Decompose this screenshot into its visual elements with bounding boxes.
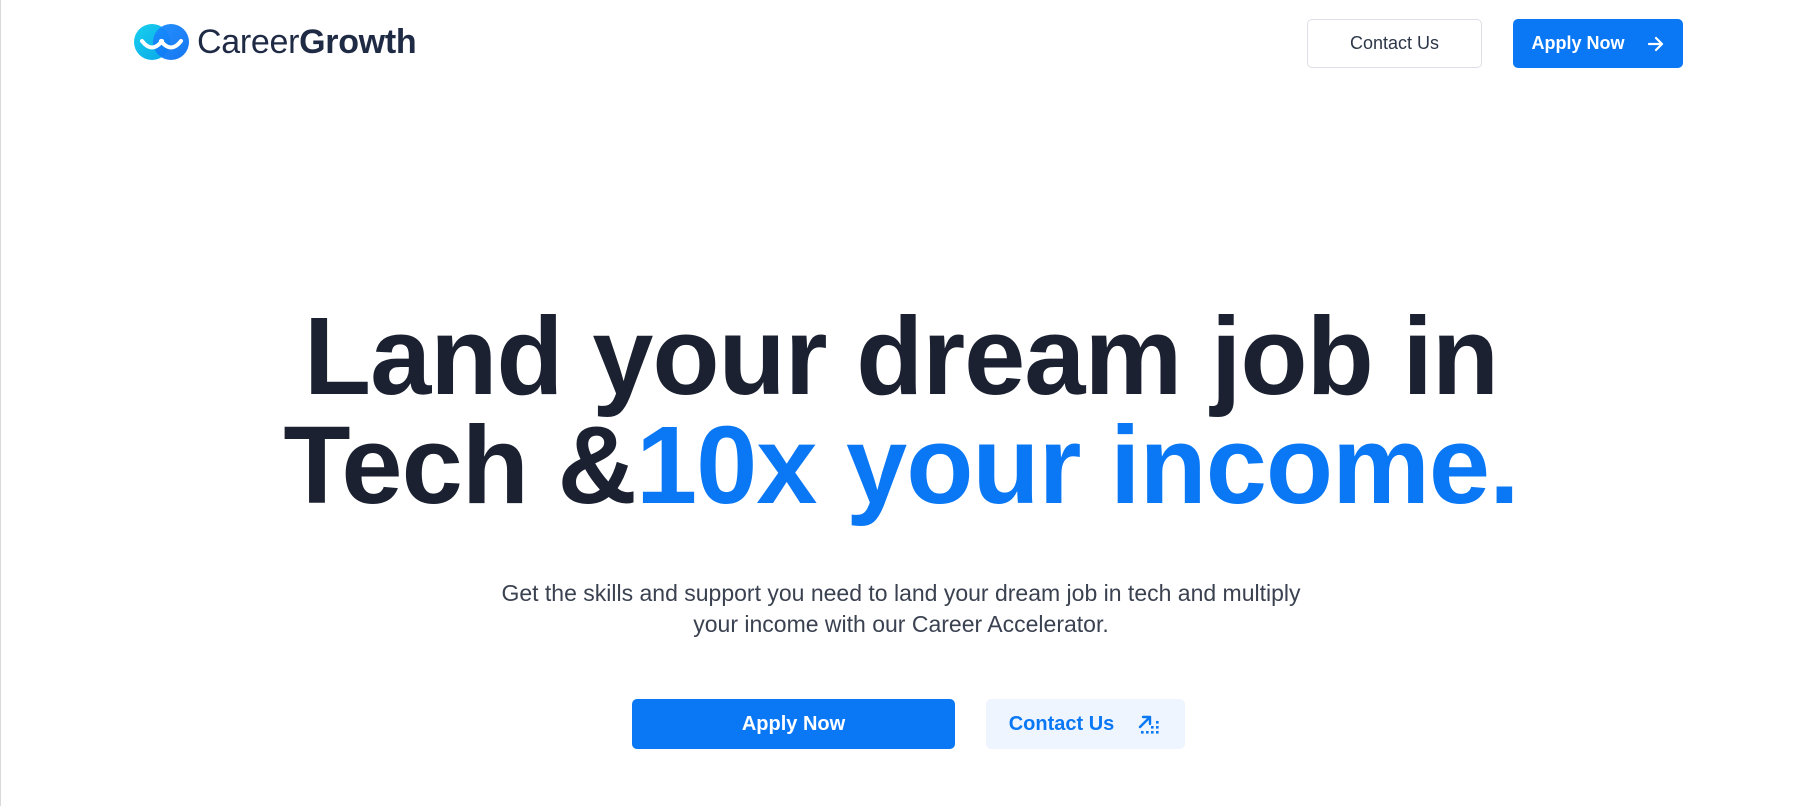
logo-icon xyxy=(134,24,189,60)
header-apply-label: Apply Now xyxy=(1531,33,1625,53)
hero-contact-button[interactable]: Contact Us xyxy=(986,699,1185,749)
brand-name-light: Career xyxy=(197,22,300,61)
header-contact-label: Contact Us xyxy=(1349,33,1440,53)
hero-title-accent: 10x your income. xyxy=(635,404,1520,527)
hero-title-line-1: Land your dream job in xyxy=(303,295,1499,418)
hero-subtitle: Get the skills and support you need to l… xyxy=(1,578,1800,640)
hero-subtitle-line-2: your income with our Career Accelerator. xyxy=(693,611,1109,637)
brand-logo[interactable]: CareerGrowth xyxy=(133,20,417,64)
arrow-right-icon xyxy=(1647,36,1663,51)
hero-title-dark-part: Tech & xyxy=(283,404,637,527)
hero-subtitle-line-1: Get the skills and support you need to l… xyxy=(501,580,1301,606)
hero-title-line-2: Tech &10x your income. xyxy=(1,411,1800,521)
growth-arrow-icon xyxy=(1139,715,1159,734)
brand-name-bold: Growth xyxy=(299,22,417,61)
hero-apply-button[interactable]: Apply Now xyxy=(632,699,955,749)
brand-name: CareerGrowth xyxy=(197,22,417,62)
header-apply-button[interactable]: Apply Now xyxy=(1513,19,1683,68)
site-header: CareerGrowth Contact Us Apply Now xyxy=(1,0,1800,90)
hero-contact-label: Contact Us xyxy=(1008,712,1115,735)
hero-title: Land your dream job in Tech &10x your in… xyxy=(1,295,1800,521)
hero-apply-label: Apply Now xyxy=(741,712,846,735)
header-contact-button[interactable]: Contact Us xyxy=(1307,19,1482,68)
